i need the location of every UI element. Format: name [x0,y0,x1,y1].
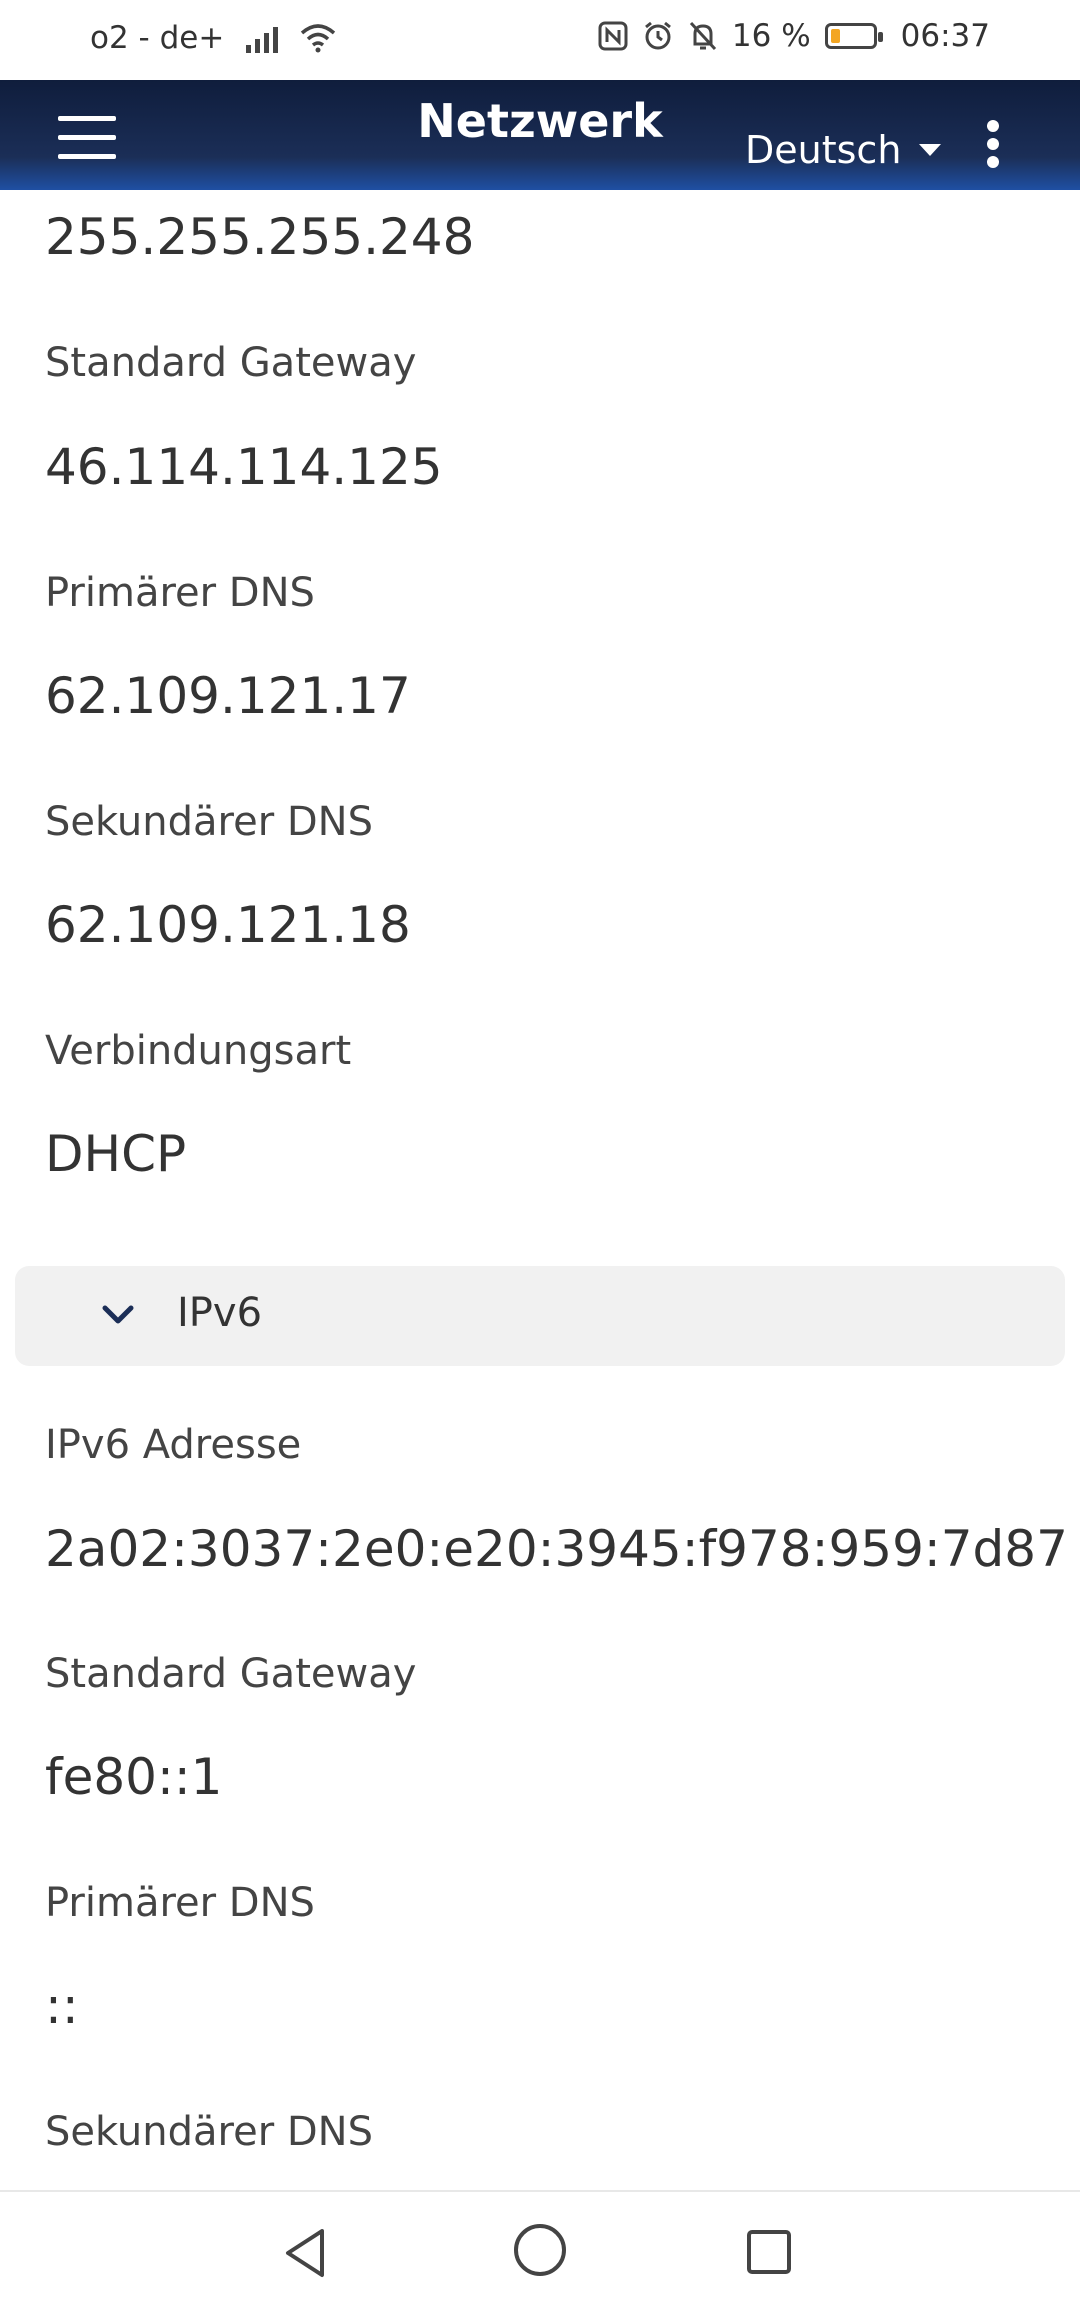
mute-icon [689,21,716,51]
battery-percent: 16 % [731,18,811,54]
primary-dns-value: 62.109.121.17 [45,667,411,725]
back-icon[interactable] [282,2227,330,2279]
primary-dns-label: Primärer DNS [45,570,315,616]
ipv6-address-value: 2a02:3037:2e0:e20:3945:f978:959:7d87 [45,1520,1068,1578]
gateway-label: Standard Gateway [45,340,417,386]
secondary-dns-value: 62.109.121.18 [45,896,411,954]
signal-icon [246,23,279,53]
alarm-icon [644,21,671,50]
app-bar: Netzwerk Deutsch [0,80,1080,190]
network-details[interactable]: 255.255.255.248 Standard Gateway 46.114.… [0,190,1080,2188]
nfc-icon [598,21,628,51]
language-dropdown[interactable]: Deutsch [745,128,942,172]
status-right: 16 % 06:37 [598,18,990,54]
ipv6-primary-dns-value: :: [45,1977,79,2035]
carrier-label: o2 - de+ [90,20,225,56]
connection-type-value: DHCP [45,1125,187,1183]
ipv6-gateway-label: Standard Gateway [45,1651,417,1697]
battery-icon [824,23,883,49]
status-bar: o2 - de+ 16 % 06:37 [0,0,1080,80]
gateway-value: 46.114.114.125 [45,438,443,496]
wifi-icon [301,24,336,53]
connection-type-label: Verbindungsart [45,1028,352,1074]
subnet-value: 255.255.255.248 [45,208,475,266]
chevron-down-icon [102,1305,134,1324]
more-options-icon[interactable] [983,120,1003,168]
status-left: o2 - de+ [90,20,336,56]
ipv6-secondary-dns-label: Sekundärer DNS [45,2109,373,2155]
ipv6-address-label: IPv6 Adresse [45,1422,302,1468]
system-nav-bar [0,2190,1080,2314]
language-label: Deutsch [745,128,902,172]
ipv6-gateway-value: fe80::1 [45,1748,223,1806]
caret-down-icon [919,144,942,156]
ipv6-title: IPv6 [177,1290,263,1336]
secondary-dns-label: Sekundärer DNS [45,799,373,845]
ipv6-primary-dns-label: Primärer DNS [45,1880,315,1926]
clock: 06:37 [900,18,990,54]
home-icon[interactable] [512,2222,568,2278]
recent-apps-icon[interactable] [745,2228,793,2276]
ipv6-accordion-header[interactable]: IPv6 [15,1266,1065,1366]
